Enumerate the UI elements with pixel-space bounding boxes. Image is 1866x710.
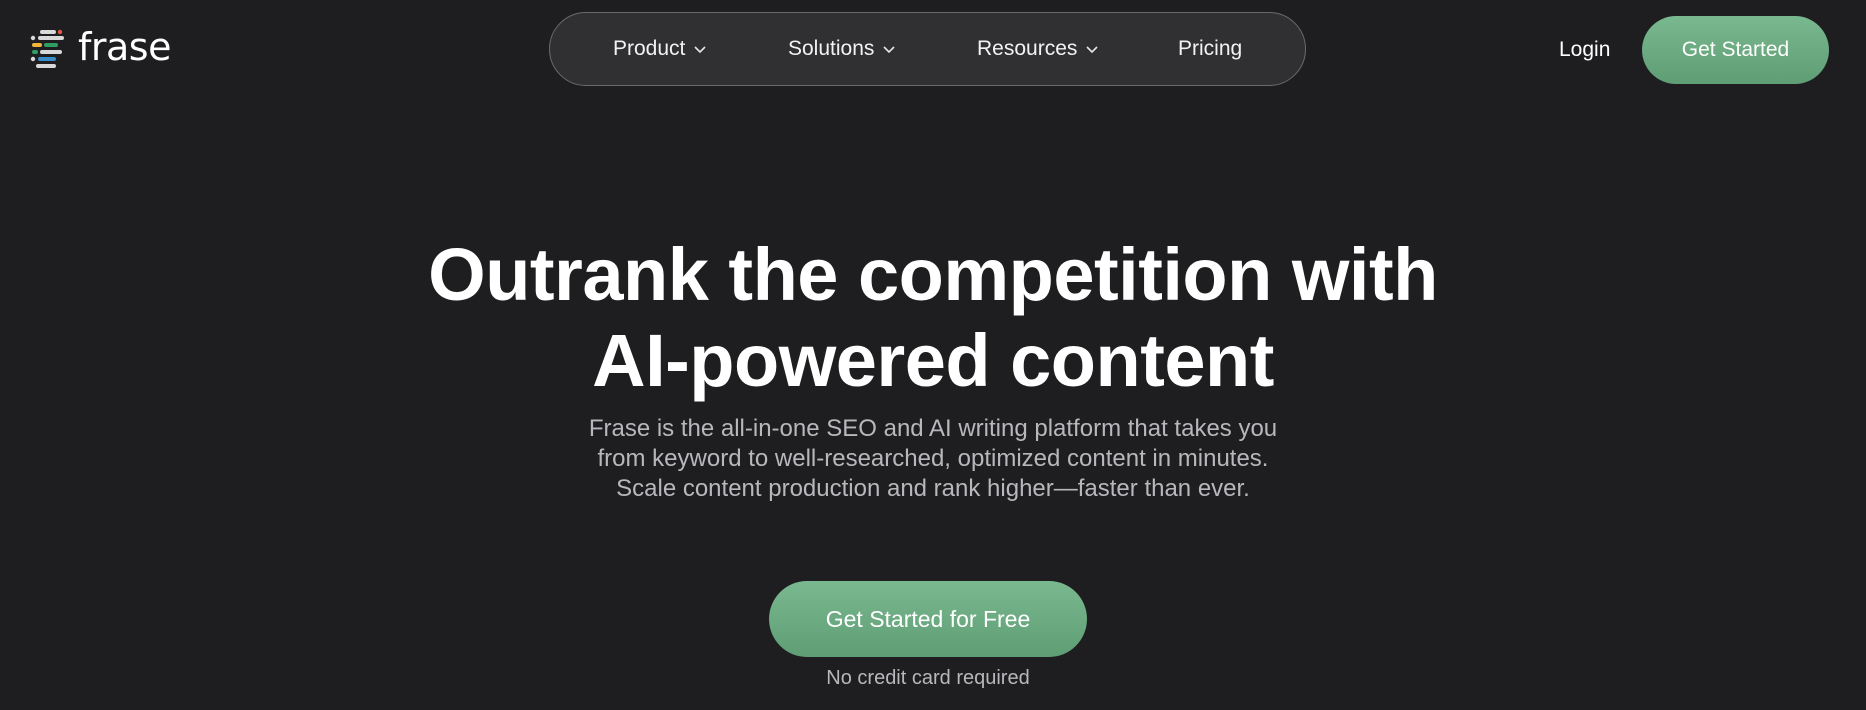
nav-item-label: Solutions (788, 37, 875, 60)
chevron-down-icon (694, 46, 706, 54)
nav-item-solutions[interactable]: Solutions (788, 13, 896, 85)
get-started-free-button[interactable]: Get Started for Free (769, 581, 1087, 657)
nav-item-product[interactable]: Product (613, 13, 707, 85)
hero-title-line: AI-powered content (592, 319, 1274, 402)
hero-title: Outrank the competition with AI-powered … (283, 232, 1583, 404)
nav-item-resources[interactable]: Resources (977, 13, 1099, 85)
hero-subtitle-line: Scale content production and rank higher… (616, 475, 1250, 502)
chevron-down-icon (1086, 46, 1098, 54)
get-started-button[interactable]: Get Started (1642, 16, 1829, 84)
hero-title-line: Outrank the competition with (428, 233, 1438, 316)
login-link[interactable]: Login (1559, 30, 1610, 70)
nav-item-label: Product (613, 37, 686, 60)
nav-item-pricing[interactable]: Pricing (1178, 13, 1242, 85)
hero-subtitle-line: from keyword to well-researched, optimiz… (597, 445, 1269, 472)
hero-subtitle: Frase is the all-in-one SEO and AI writi… (433, 414, 1433, 504)
site-header: frase Product Solutions Resources Pricin… (0, 0, 1866, 100)
no-credit-card-note: No credit card required (826, 667, 1030, 689)
nav-item-label: Resources (977, 37, 1078, 60)
logo-wordmark: frase (78, 25, 171, 69)
main-nav: Product Solutions Resources Pricing (549, 12, 1306, 86)
nav-item-label: Pricing (1178, 37, 1243, 60)
logo[interactable]: frase (28, 25, 171, 70)
frase-logo-icon (30, 29, 64, 68)
chevron-down-icon (883, 46, 895, 54)
hero-subtitle-line: Frase is the all-in-one SEO and AI writi… (588, 415, 1278, 442)
